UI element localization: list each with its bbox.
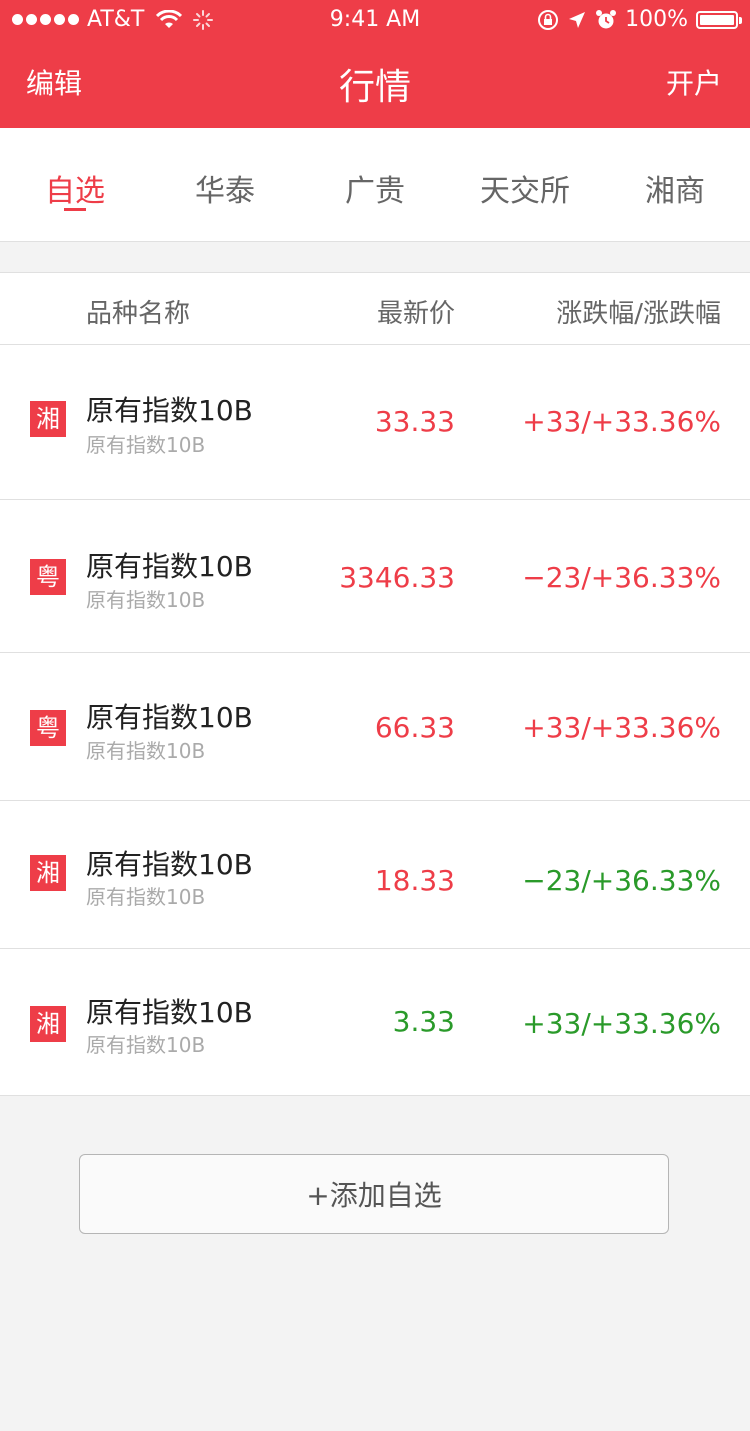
instrument-subname: 原有指数10B — [86, 885, 206, 909]
market-badge: 湘 — [30, 401, 66, 437]
instrument-name: 原有指数10B — [86, 701, 253, 734]
add-watchlist-button[interactable]: +添加自选 — [79, 1154, 669, 1234]
market-badge: 粤 — [30, 710, 66, 746]
table-row[interactable]: 湘 原有指数10B 原有指数10B 18.33 −23/+36.33% — [0, 801, 750, 949]
instrument-subname: 原有指数10B — [86, 1033, 206, 1057]
instrument-name: 原有指数10B — [86, 394, 253, 427]
price-change: +33/+33.36% — [522, 1007, 721, 1040]
location-arrow-icon — [569, 11, 586, 28]
quote-table: 品种名称 最新价 涨跌幅/涨跌幅 湘 原有指数10B 原有指数10B 33.33… — [0, 272, 750, 1096]
instrument-subname: 原有指数10B — [86, 588, 206, 612]
battery-icon — [696, 10, 742, 29]
status-bar: AT&T 9:41 AM 100% — [0, 0, 750, 40]
tab-huatai[interactable]: 华泰 — [150, 166, 300, 210]
price-change: −23/+36.33% — [522, 561, 721, 594]
latest-price: 18.33 — [374, 864, 455, 897]
instrument-name: 原有指数10B — [86, 550, 253, 583]
table-row[interactable]: 粤 原有指数10B 原有指数10B 3346.33 −23/+36.33% — [0, 500, 750, 653]
instrument-subname: 原有指数10B — [86, 739, 206, 763]
tab-bar: 自选 华泰 广贵 天交所 湘商 — [0, 128, 750, 242]
market-badge: 粤 — [30, 559, 66, 595]
header-name: 品种名称 — [86, 299, 191, 329]
table-row[interactable]: 粤 原有指数10B 原有指数10B 66.33 +33/+33.36% — [0, 653, 750, 801]
instrument-name: 原有指数10B — [86, 848, 253, 881]
header: AT&T 9:41 AM 100% 编辑 行情 开户 — [0, 0, 750, 128]
latest-price: 3346.33 — [339, 561, 455, 594]
battery-percent: 100% — [625, 7, 688, 32]
tab-xiangshang[interactable]: 湘商 — [600, 166, 750, 210]
table-row[interactable]: 湘 原有指数10B 原有指数10B 33.33 +33/+33.36% — [0, 345, 750, 500]
latest-price: 66.33 — [374, 711, 455, 744]
table-header: 品种名称 最新价 涨跌幅/涨跌幅 — [0, 273, 750, 345]
market-badge: 湘 — [30, 1006, 66, 1042]
tab-tianjiaosuo[interactable]: 天交所 — [450, 166, 600, 210]
instrument-subname: 原有指数10B — [86, 433, 206, 457]
open-account-button[interactable]: 开户 — [666, 62, 722, 102]
latest-price: 3.33 — [392, 1005, 455, 1038]
header-price: 最新价 — [376, 299, 455, 329]
page-title: 行情 — [338, 67, 411, 108]
market-badge: 湘 — [30, 855, 66, 891]
instrument-name: 原有指数10B — [86, 996, 253, 1029]
tab-watchlist[interactable]: 自选 — [0, 166, 150, 210]
header-change: 涨跌幅/涨跌幅 — [556, 299, 721, 329]
alarm-icon — [596, 9, 617, 28]
lock-rotation-icon — [538, 9, 559, 30]
active-tab-indicator — [64, 208, 86, 211]
price-change: +33/+33.36% — [522, 711, 721, 744]
price-change: +33/+33.36% — [522, 405, 721, 438]
latest-price: 33.33 — [374, 405, 455, 438]
table-row[interactable]: 湘 原有指数10B 原有指数10B 3.33 +33/+33.36% — [0, 949, 750, 1096]
price-change: −23/+36.33% — [522, 864, 721, 897]
tab-guanggui[interactable]: 广贵 — [300, 166, 450, 210]
